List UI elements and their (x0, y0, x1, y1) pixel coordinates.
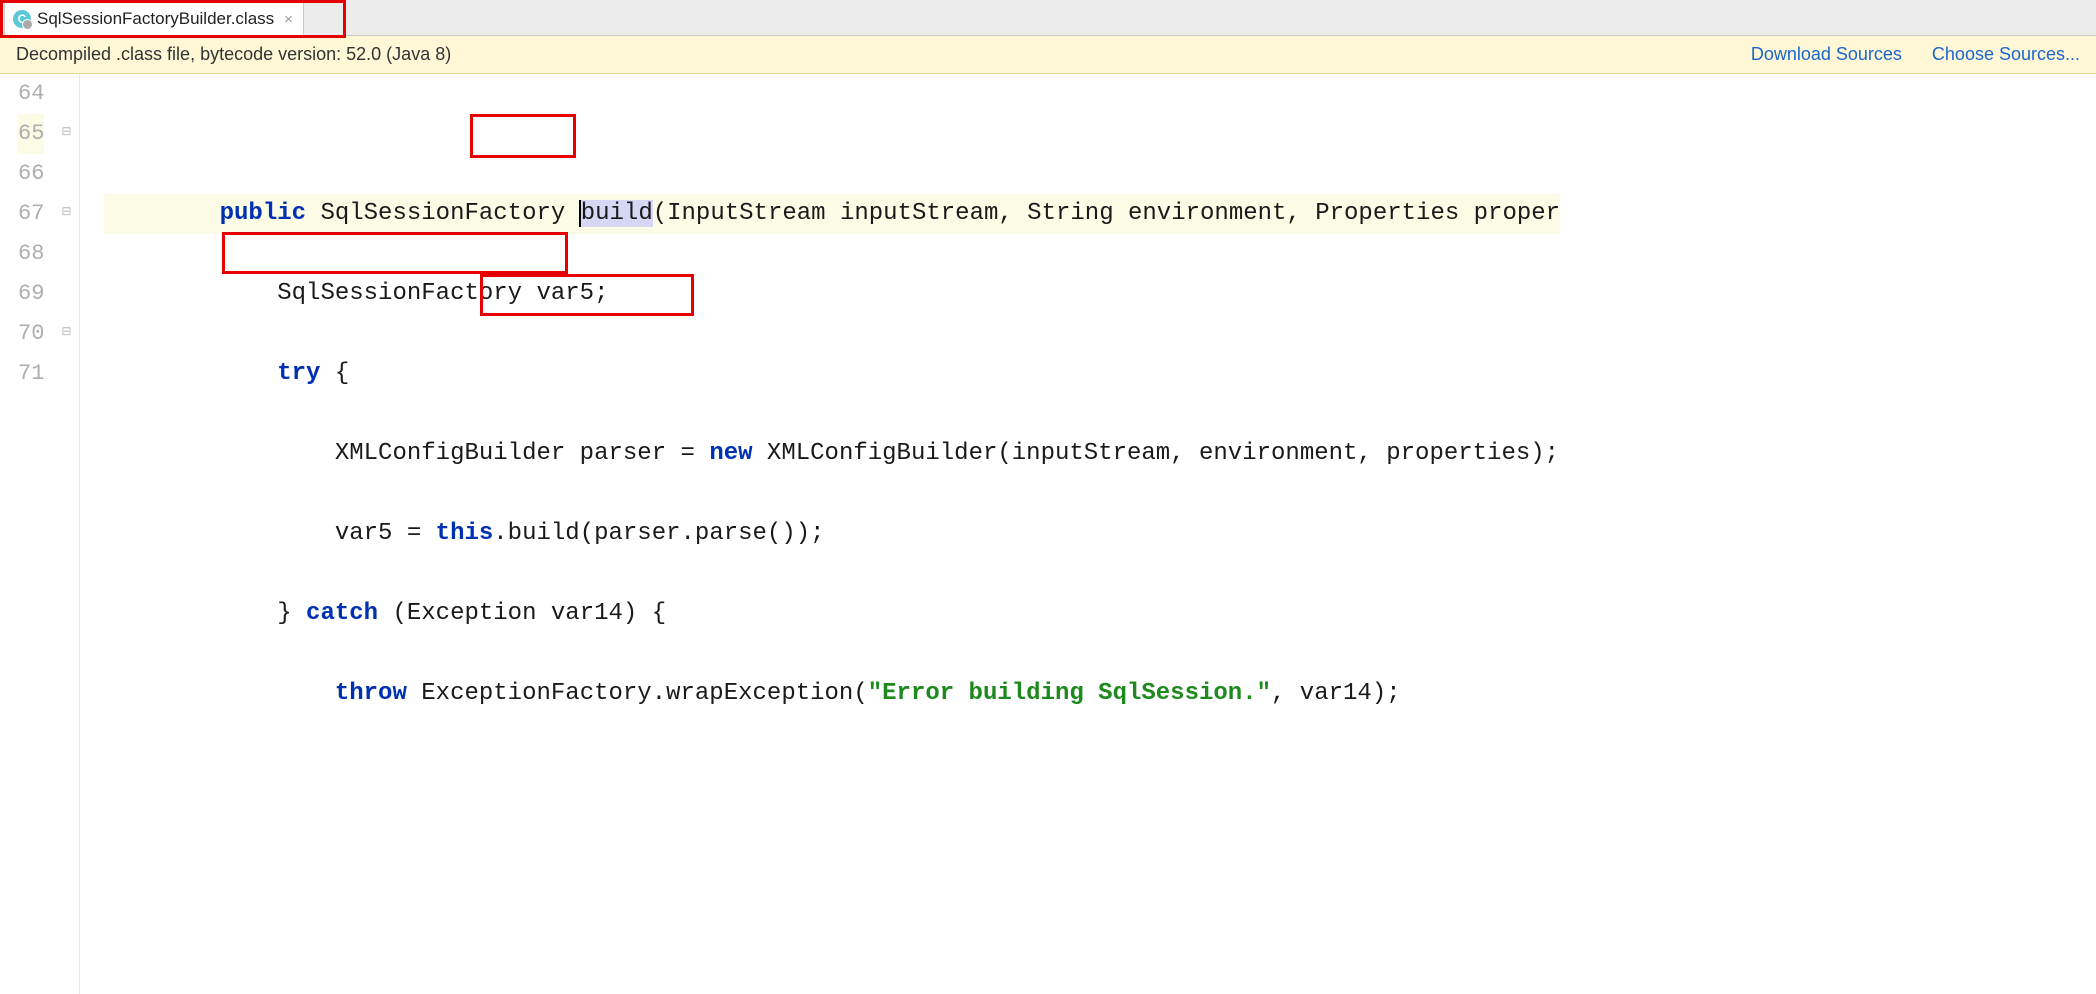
keyword: try (277, 360, 320, 387)
tab-label: SqlSessionFactoryBuilder.class (37, 9, 274, 29)
keyword: this (436, 520, 494, 547)
line-number: 71 (18, 354, 44, 394)
code-text: uild (595, 200, 653, 227)
fold-icon[interactable]: ⊟ (58, 206, 74, 218)
fold-icon[interactable]: ⊟ (58, 126, 74, 138)
class-file-icon: C (13, 10, 31, 28)
code-text: ExceptionFactory.wrapException( (407, 680, 868, 707)
code-text: var5 = (335, 520, 436, 547)
code-line: } catch (Exception var14) { (104, 594, 1560, 634)
line-number: 69 (18, 274, 44, 314)
string-literal: "Error building SqlSession." (868, 680, 1271, 707)
annotation-box-parser-decl (222, 232, 568, 274)
notice-links: Download Sources Choose Sources... (1751, 44, 2080, 65)
fold-icon[interactable]: ⊟ (58, 326, 74, 338)
line-number: 67 (18, 194, 44, 234)
line-number: 68 (18, 234, 44, 274)
code-editor[interactable]: 64 65 66 67 68 69 70 71 ⊟ ⊟ ⊟ public Sql… (0, 74, 2096, 994)
code-line: SqlSessionFactory var5; (104, 274, 1560, 314)
line-number-gutter: 64 65 66 67 68 69 70 71 (0, 74, 54, 994)
line-number: 64 (18, 74, 44, 114)
code-line: throw ExceptionFactory.wrapException("Er… (104, 674, 1560, 714)
keyword: throw (335, 680, 407, 707)
fold-gutter: ⊟ ⊟ ⊟ (54, 74, 80, 994)
code-text: SqlSessionFactory var5; (277, 280, 608, 307)
keyword: new (709, 440, 752, 467)
code-line: XMLConfigBuilder parser = new XMLConfigB… (104, 434, 1560, 474)
choose-sources-link[interactable]: Choose Sources... (1932, 44, 2080, 65)
line-number: 66 (18, 154, 44, 194)
download-sources-link[interactable]: Download Sources (1751, 44, 1902, 65)
decompiled-notice-bar: Decompiled .class file, bytecode version… (0, 36, 2096, 74)
code-text: { (320, 360, 349, 387)
code-line: try { (104, 354, 1560, 394)
close-icon[interactable]: × (280, 11, 293, 28)
code-text: SqlSessionFactory (306, 200, 580, 227)
notice-text: Decompiled .class file, bytecode version… (16, 44, 451, 65)
keyword: catch (306, 600, 378, 627)
line-number: 65 (18, 114, 44, 154)
keyword: public (220, 200, 306, 227)
line-number: 70 (18, 314, 44, 354)
code-line (104, 114, 1560, 154)
code-text: } (277, 600, 306, 627)
code-text: (InputStream inputStream, String environ… (653, 200, 1560, 227)
code-text: .build(parser.parse()); (493, 520, 824, 547)
code-text: , var14); (1271, 680, 1401, 707)
method-name-highlight: build (580, 200, 653, 227)
code-area[interactable]: public SqlSessionFactory build(InputStre… (80, 74, 1560, 994)
editor-tab-bar: C SqlSessionFactoryBuilder.class × (0, 0, 2096, 36)
code-line: var5 = this.build(parser.parse()); (104, 514, 1560, 554)
code-text: (Exception var14) { (378, 600, 666, 627)
code-text: b (581, 200, 595, 227)
editor-tab[interactable]: C SqlSessionFactoryBuilder.class × (4, 2, 304, 35)
code-text: XMLConfigBuilder parser = (335, 440, 709, 467)
code-text: XMLConfigBuilder(inputStream, environmen… (753, 440, 1560, 467)
code-line: public SqlSessionFactory build(InputStre… (104, 194, 1560, 234)
